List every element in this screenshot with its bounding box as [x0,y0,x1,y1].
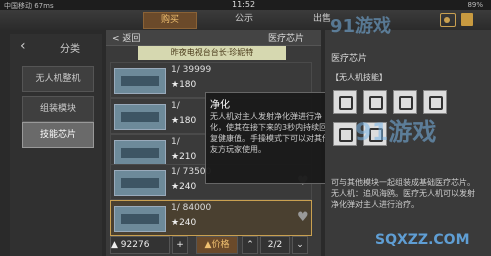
row-price: ★180 [171,80,197,90]
clock: 11:52 [232,0,256,9]
skill-icon[interactable] [363,90,387,114]
chip-icon [114,104,166,130]
watermark-bottom: SQXZZ.COM [375,232,470,248]
row-price: ★180 [171,116,197,126]
row-qty: 1/ [171,137,180,147]
top-nav: 购买 公示 出售 [0,10,491,30]
skill-icon[interactable] [423,90,447,114]
book-icon[interactable] [461,13,473,26]
balance-value: 92276 [120,240,150,250]
watermark-mid: 91游戏 [355,118,437,146]
tooltip-title: 净化 [210,100,230,111]
sidebar-title: 分类 [60,44,80,55]
status-bar: 中国移动 67ms 11:52 89% [0,0,491,10]
page-down-button[interactable]: ⌄ [292,236,308,254]
currency-balance: ▲ 92276 [110,236,170,254]
row-qty: 1/ 39999 [171,65,212,75]
page-up-button[interactable]: ⌃ [242,236,258,254]
back-arrow-icon[interactable]: ‹ [20,38,26,54]
sidebar-item-drone[interactable]: 无人机整机 [22,66,94,92]
listing-header: < 返回 医疗芯片 [106,30,321,46]
row-price: ★240 [171,182,197,192]
chip-icon [114,170,166,196]
row-price: ★240 [171,218,197,228]
battery-text: 89% [467,1,483,9]
sidebar-item-modules[interactable]: 组装模块 [22,96,94,122]
tab-public[interactable]: 公示 [218,12,270,27]
back-button[interactable]: < 返回 [112,31,140,44]
banner: 昨夜电视台台长·珍妮特 [138,46,286,60]
detail-section: 【无人机技能】 [331,73,387,82]
currency-icon: ▲ [111,240,118,250]
detail-description: 可与其他模块一起组装成基础医疗芯片。无人机：追风海鸥。医疗无人机可以发射净化弹对… [331,178,475,209]
skill-icon[interactable] [393,90,417,114]
tab-buy[interactable]: 购买 [143,12,197,29]
sidebar-item-chips[interactable]: 技能芯片 [22,122,94,148]
favorite-icon[interactable]: ♥ [297,210,309,225]
page-indicator: 2/2 [260,236,290,254]
category-sidebar: ‹ 分类 无人机整机 组装模块 技能芯片 [10,34,102,256]
skill-icon[interactable] [333,90,357,114]
add-currency-button[interactable]: + [172,236,188,254]
row-qty: 1/ [171,101,180,111]
chip-icon [114,68,166,94]
chip-icon [114,206,166,232]
row-qty: 1/ 84000 [171,203,212,213]
settings-icon[interactable] [440,13,456,27]
tooltip-body: 无人机对主人发射净化弹进行净化，使其在接下来的3秒内持续回复健康值。手操模式下可… [210,112,330,154]
detail-title: 医疗芯片 [331,54,368,64]
chip-icon [114,140,166,166]
listing-title: 医疗芯片 [268,34,305,44]
skill-tooltip: 净化 无人机对主人发射净化弹进行净化，使其在接下来的3秒内持续回复健康值。手操模… [205,92,339,184]
watermark-top: 91游戏 [330,16,392,37]
sort-price-button[interactable]: ▲价格 [196,236,238,254]
row-price: ★210 [171,152,197,162]
listing-row[interactable]: 1/ 84000 ★240 ♥ [110,200,312,236]
skill-icon[interactable] [333,122,357,146]
